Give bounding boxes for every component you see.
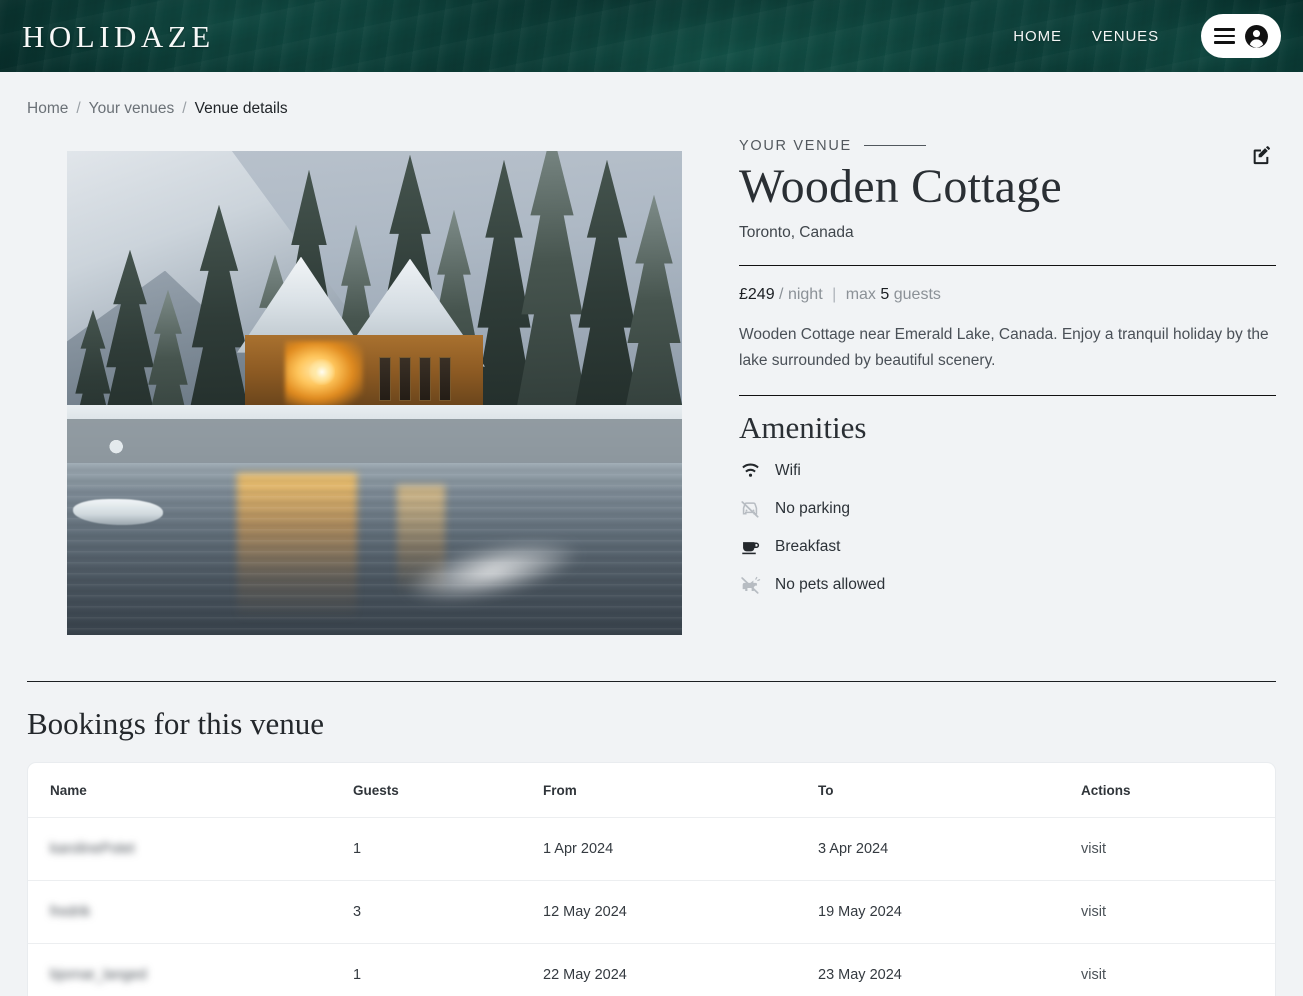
max-guests-value: 5 — [880, 286, 889, 303]
venue-location: Toronto, Canada — [739, 224, 1276, 242]
booking-from-cell: 1 Apr 2024 — [543, 817, 818, 880]
edit-pencil-square-icon — [1250, 144, 1272, 166]
site-header: HOLIDAZE HOME VENUES — [0, 0, 1303, 72]
amenity-label: Breakfast — [775, 538, 840, 556]
amenity-no-pets: No pets allowed — [739, 574, 1276, 596]
amenity-label: Wifi — [775, 462, 801, 480]
amenities-title: Amenities — [739, 410, 1276, 446]
booking-name-cell: bjornar_langed — [28, 943, 353, 996]
booking-name-redacted: karolinePotet — [50, 841, 135, 857]
breadcrumb-item-home[interactable]: Home — [27, 100, 68, 119]
max-guests-suffix: guests — [894, 286, 941, 303]
no-pets-icon — [739, 574, 761, 596]
account-circle-icon — [1244, 24, 1269, 49]
breadcrumb-separator: / — [76, 100, 80, 119]
booking-name-redacted: bjornar_langed — [50, 967, 147, 983]
nav-link-venues[interactable]: VENUES — [1090, 24, 1161, 49]
breadcrumb-separator: / — [182, 100, 186, 119]
bookings-title: Bookings for this venue — [27, 706, 1276, 742]
hamburger-menu-icon — [1214, 28, 1235, 44]
venue-description: Wooden Cottage near Emerald Lake, Canada… — [739, 322, 1276, 372]
booking-from-cell: 12 May 2024 — [543, 880, 818, 943]
booking-name-cell: karolinePotet — [28, 817, 353, 880]
max-guests-prefix: max — [846, 286, 876, 303]
amenity-breakfast: Breakfast — [739, 536, 1276, 558]
visit-link[interactable]: visit — [1081, 841, 1106, 857]
column-header-to: To — [818, 763, 1081, 818]
table-row: karolinePotet 1 1 Apr 2024 3 Apr 2024 vi… — [28, 817, 1275, 880]
booking-to-cell: 19 May 2024 — [818, 880, 1081, 943]
venue-info: YOUR VENUE Wooden Cottage Toronto, Canad… — [722, 135, 1276, 596]
venue-eyebrow-row: YOUR VENUE — [739, 135, 1276, 157]
booking-guests-cell: 3 — [353, 880, 543, 943]
page-content: Home / Your venues / Venue details — [0, 72, 1303, 996]
bookings-table-body: karolinePotet 1 1 Apr 2024 3 Apr 2024 vi… — [28, 817, 1275, 996]
booking-to-cell: 3 Apr 2024 — [818, 817, 1081, 880]
bookings-table-card: Name Guests From To Actions karolinePote… — [27, 762, 1276, 996]
amenity-wifi: Wifi — [739, 460, 1276, 482]
column-header-guests: Guests — [353, 763, 543, 818]
booking-actions-cell: visit — [1081, 880, 1275, 943]
amenity-label: No parking — [775, 500, 850, 518]
visit-link[interactable]: visit — [1081, 904, 1106, 920]
breadcrumb: Home / Your venues / Venue details — [27, 72, 1276, 135]
booking-actions-cell: visit — [1081, 943, 1275, 996]
table-row: fredrik 3 12 May 2024 19 May 2024 visit — [28, 880, 1275, 943]
nav-link-home[interactable]: HOME — [1011, 24, 1064, 49]
table-row: bjornar_langed 1 22 May 2024 23 May 2024… — [28, 943, 1275, 996]
account-menu-button[interactable] — [1201, 14, 1281, 58]
divider — [739, 395, 1276, 396]
eyebrow-rule — [864, 145, 926, 146]
booking-guests-cell: 1 — [353, 817, 543, 880]
main-navigation: HOME VENUES — [1011, 14, 1281, 58]
table-header-row: Name Guests From To Actions — [28, 763, 1275, 818]
breakfast-cup-icon — [739, 536, 761, 558]
booking-actions-cell: visit — [1081, 817, 1275, 880]
amenity-label: No pets allowed — [775, 576, 885, 594]
breadcrumb-item-your-venues[interactable]: Your venues — [89, 100, 175, 119]
column-header-name: Name — [28, 763, 353, 818]
hero-snow-log — [73, 499, 163, 525]
venue-title: Wooden Cottage — [739, 161, 1276, 213]
breadcrumb-item-venue-details: Venue details — [195, 100, 288, 119]
hero-snowy-rocks — [67, 419, 682, 465]
amenities-list: Wifi No parking — [739, 460, 1276, 596]
site-logo[interactable]: HOLIDAZE — [22, 21, 215, 52]
venue-eyebrow: YOUR VENUE — [739, 138, 852, 154]
bookings-table: Name Guests From To Actions karolinePote… — [28, 763, 1275, 996]
booking-from-cell: 22 May 2024 — [543, 943, 818, 996]
booking-name-redacted: fredrik — [50, 904, 90, 920]
divider — [739, 265, 1276, 266]
no-parking-icon — [739, 498, 761, 520]
booking-to-cell: 23 May 2024 — [818, 943, 1081, 996]
venue-hero-image — [67, 151, 682, 635]
price-separator: | — [832, 286, 836, 303]
venue-overview: YOUR VENUE Wooden Cottage Toronto, Canad… — [27, 135, 1276, 651]
column-header-from: From — [543, 763, 818, 818]
section-divider — [27, 681, 1276, 682]
venue-price-row: £249 / night | max 5 guests — [739, 286, 1276, 304]
bookings-table-head: Name Guests From To Actions — [28, 763, 1275, 818]
venue-price-unit: / night — [779, 286, 823, 303]
column-header-actions: Actions — [1081, 763, 1275, 818]
wifi-icon — [739, 460, 761, 482]
booking-name-cell: fredrik — [28, 880, 353, 943]
booking-guests-cell: 1 — [353, 943, 543, 996]
amenity-no-parking: No parking — [739, 498, 1276, 520]
visit-link[interactable]: visit — [1081, 967, 1106, 983]
venue-price: £249 — [739, 286, 775, 303]
edit-venue-button[interactable] — [1246, 140, 1276, 170]
